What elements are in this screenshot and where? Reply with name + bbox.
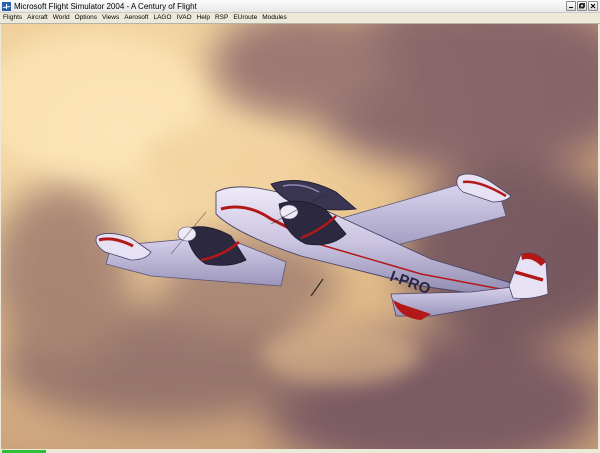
menu-options[interactable]: Options [75,13,97,23]
window-title: Microsoft Flight Simulator 2004 - A Cent… [14,2,197,11]
menu-lago[interactable]: LAGO [153,13,171,23]
menu-rsp[interactable]: RSP [215,13,228,23]
window-controls [566,1,598,12]
minimize-icon [569,7,573,8]
right-spinner [279,204,299,220]
status-bar [0,449,600,453]
app-window: Microsoft Flight Simulator 2004 - A Cent… [0,0,600,453]
menu-ivao[interactable]: IVAO [177,13,192,23]
menu-flights[interactable]: Flights [3,13,22,23]
close-icon [590,3,596,9]
left-spinner [177,226,197,242]
menu-help[interactable]: Help [197,13,210,23]
title-bar[interactable]: Microsoft Flight Simulator 2004 - A Cent… [0,0,600,13]
scene-canvas: I-PRO [1,24,598,449]
menu-aircraft[interactable]: Aircraft [27,13,48,23]
menu-modules[interactable]: Modules [262,13,287,23]
menu-views[interactable]: Views [102,13,119,23]
menu-bar: Flights Aircraft World Options Views Aer… [0,13,600,24]
menu-world[interactable]: World [53,13,70,23]
fs-plane-icon [2,2,11,11]
menu-euroute[interactable]: EUroute [233,13,257,23]
maximize-button[interactable] [577,1,587,11]
menu-aerosoft[interactable]: Aerosoft [124,13,148,23]
maximize-icon [579,3,585,9]
minimize-button[interactable] [566,1,576,11]
close-button[interactable] [588,1,598,11]
flight-view[interactable]: I-PRO [1,24,598,449]
